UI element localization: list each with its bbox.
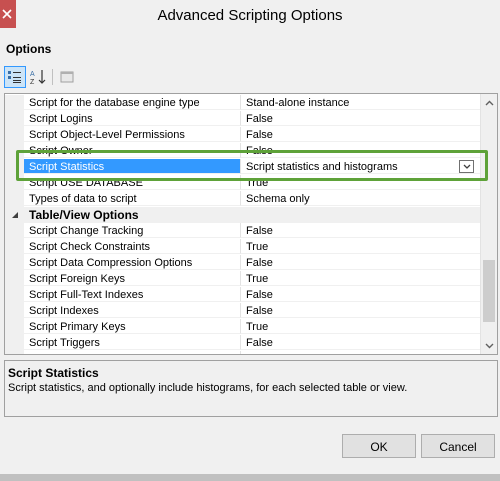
options-label: Options	[6, 42, 52, 56]
category-row[interactable]: Table/View Options	[5, 207, 480, 223]
property-row[interactable]: Types of data to script Schema only	[5, 191, 480, 207]
property-name: Script Data Compression Options	[24, 255, 241, 270]
property-value[interactable]: False	[241, 303, 480, 318]
chevron-up-icon	[485, 100, 494, 105]
property-grid[interactable]: Script for the database engine type Stand…	[4, 93, 498, 355]
property-name: Script Primary Keys	[24, 319, 241, 334]
category-label: Table/View Options	[29, 208, 139, 222]
property-pages-icon	[60, 71, 74, 83]
vertical-scrollbar[interactable]	[480, 94, 497, 354]
property-row[interactable]: Script Change Tracking False	[5, 223, 480, 239]
property-value[interactable]: False	[241, 223, 480, 238]
alphabetical-button[interactable]: A Z	[27, 66, 49, 88]
property-name: Script Logins	[24, 111, 241, 126]
property-name: Script Triggers	[24, 335, 241, 350]
property-row[interactable]: Script Data Compression Options False	[5, 255, 480, 271]
property-name: Script Unique Keys	[24, 351, 241, 354]
property-pages-button[interactable]	[56, 66, 78, 88]
description-panel: Script Statistics Script statistics, and…	[4, 360, 498, 417]
categorized-view-icon	[8, 71, 21, 83]
property-row[interactable]: Script Unique KeysTrue	[5, 351, 480, 354]
property-value[interactable]: True	[241, 351, 480, 354]
property-row[interactable]: Script Check Constraints True	[5, 239, 480, 255]
property-rows: Script for the database engine type Stand…	[5, 95, 480, 354]
property-row[interactable]: Script Full-Text Indexes False	[5, 287, 480, 303]
chevron-down-icon	[485, 343, 494, 348]
row-gutter	[5, 127, 24, 143]
property-name: Types of data to script	[24, 191, 241, 206]
property-row[interactable]: Script Indexes False	[5, 303, 480, 319]
scroll-up-button[interactable]	[481, 94, 497, 111]
row-gutter	[5, 223, 24, 239]
categorized-button[interactable]	[4, 66, 26, 88]
description-title: Script Statistics	[8, 366, 99, 380]
scroll-thumb[interactable]	[483, 260, 495, 322]
property-value[interactable]: True	[241, 319, 480, 334]
property-name: Script Check Constraints	[24, 239, 241, 254]
property-value[interactable]: False	[241, 255, 480, 270]
property-row[interactable]: Script Triggers False	[5, 335, 480, 351]
row-gutter	[5, 95, 24, 111]
row-gutter	[5, 287, 24, 303]
property-value[interactable]: True	[241, 271, 480, 286]
property-name: Script for the database engine type	[24, 95, 241, 110]
window-bottom-edge	[0, 474, 500, 481]
property-value[interactable]: False	[241, 287, 480, 302]
scroll-down-button[interactable]	[481, 337, 497, 354]
property-value[interactable]: False	[241, 127, 480, 142]
cancel-button[interactable]: Cancel	[421, 434, 495, 458]
property-name: Script Indexes	[24, 303, 241, 318]
row-gutter	[5, 351, 24, 354]
window-title: Advanced Scripting Options	[157, 7, 343, 24]
property-value[interactable]: True	[241, 239, 480, 254]
row-gutter	[5, 335, 24, 351]
ok-button[interactable]: OK	[342, 434, 416, 458]
row-gutter	[5, 319, 24, 335]
property-row[interactable]: Script Primary Keys True	[5, 319, 480, 335]
property-name: Script Object-Level Permissions	[24, 127, 241, 142]
row-gutter	[5, 111, 24, 127]
property-row[interactable]: Script Foreign Keys True	[5, 271, 480, 287]
property-row[interactable]: Script for the database engine type Stand…	[5, 95, 480, 111]
row-gutter	[5, 239, 24, 255]
title-bar: Advanced Scripting Options	[0, 0, 500, 33]
highlight-annotation	[16, 150, 488, 181]
row-gutter	[5, 303, 24, 319]
property-row[interactable]: Script Object-Level Permissions False	[5, 127, 480, 143]
row-gutter	[5, 191, 24, 207]
svg-text:Z: Z	[30, 79, 35, 86]
description-text: Script statistics, and optionally includ…	[8, 382, 408, 394]
property-value[interactable]: Schema only	[241, 191, 480, 206]
property-value[interactable]: Stand-alone instance	[241, 95, 480, 110]
svg-text:A: A	[30, 71, 35, 78]
property-name: Script Foreign Keys	[24, 271, 241, 286]
row-gutter	[5, 255, 24, 271]
property-value[interactable]: False	[241, 335, 480, 350]
property-row[interactable]: Script Logins False	[5, 111, 480, 127]
alphabetical-sort-icon: A Z	[30, 70, 46, 86]
toolbar-separator	[52, 69, 53, 85]
property-name: Script Change Tracking	[24, 223, 241, 238]
row-gutter	[5, 271, 24, 287]
property-value[interactable]: False	[241, 111, 480, 126]
property-name: Script Full-Text Indexes	[24, 287, 241, 302]
collapse-triangle-icon[interactable]	[11, 211, 19, 219]
